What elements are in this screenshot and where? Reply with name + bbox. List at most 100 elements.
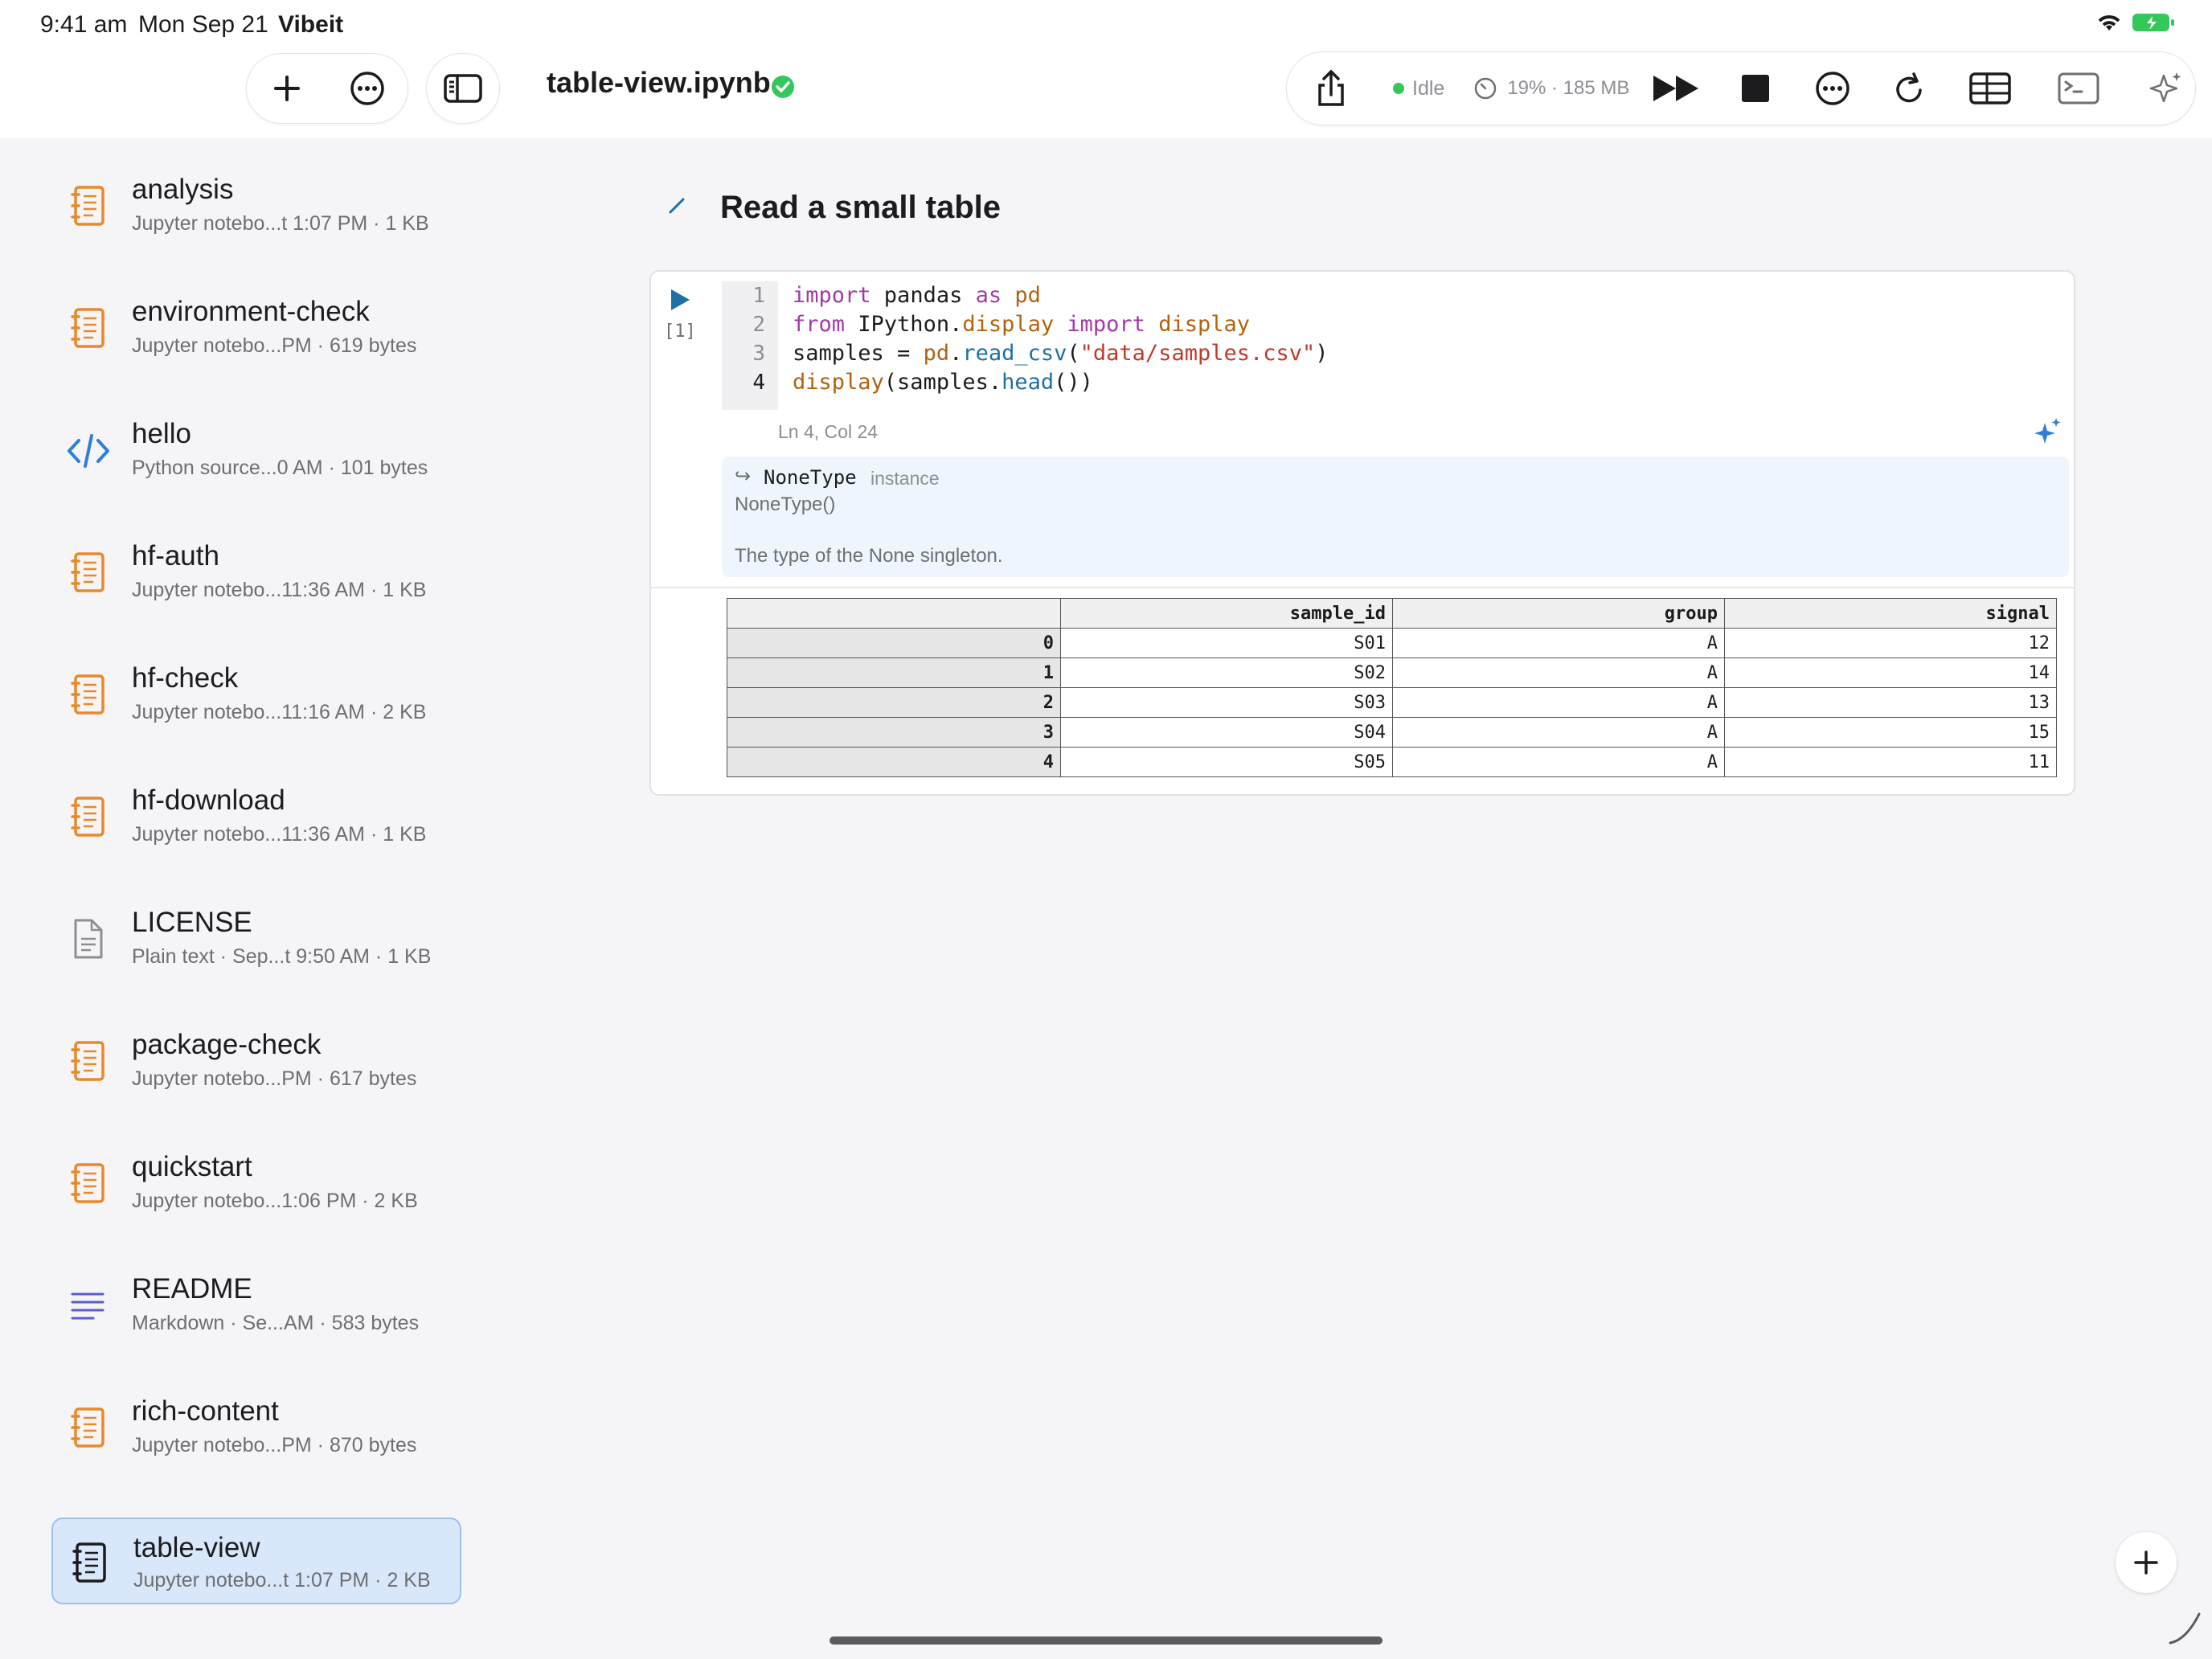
sidebar-item-environment-check[interactable]: environment-check Jupyter notebo...PM · … bbox=[51, 280, 461, 402]
run-cell-button[interactable] bbox=[669, 288, 691, 312]
notebook-icon bbox=[71, 1407, 104, 1448]
line-number: 4 bbox=[752, 371, 765, 395]
sidebar-item-analysis[interactable]: analysis Jupyter notebo...t 1:07 PM · 1 … bbox=[51, 158, 461, 280]
table-row: 2 S03 A 13 bbox=[727, 687, 2057, 718]
resource-usage-label: 19% · 185 MB bbox=[1507, 77, 1630, 99]
table-cell: 14 bbox=[1724, 657, 2057, 688]
top-bar: 9:41 am Mon Sep 21 Vibeit table-view.ipy… bbox=[0, 0, 2212, 138]
code-icon bbox=[68, 434, 109, 468]
terminal-button[interactable] bbox=[2050, 60, 2107, 117]
file-name: hf-download bbox=[132, 784, 285, 816]
file-name: table-view bbox=[133, 1532, 260, 1563]
variables-table-button[interactable] bbox=[1962, 60, 2018, 117]
toggle-sidebar-button[interactable] bbox=[426, 53, 500, 124]
code-editor[interactable]: import pandas as pd from IPython.display… bbox=[793, 281, 1329, 397]
saved-checkmark-icon bbox=[772, 76, 794, 98]
file-meta: Python source...0 AM · 101 bytes bbox=[132, 457, 428, 479]
line-number: 3 bbox=[752, 342, 765, 366]
table-row: 3 S04 A 15 bbox=[727, 717, 2057, 748]
file-meta: Jupyter notebo...1:06 PM · 2 KB bbox=[132, 1190, 418, 1212]
ai-assistant-button[interactable] bbox=[2137, 60, 2194, 117]
home-indicator[interactable] bbox=[830, 1636, 1382, 1645]
file-name: rich-content bbox=[132, 1395, 279, 1427]
notebook-icon bbox=[71, 797, 104, 837]
table-cell: A bbox=[1392, 687, 1725, 718]
code-cell[interactable]: [1] 1 2 3 4 import pandas as pd from IPy… bbox=[649, 270, 2075, 796]
kernel-status-dot bbox=[1393, 83, 1404, 94]
line-number: 1 bbox=[752, 284, 765, 308]
code-line[interactable]: from IPython.display import display bbox=[793, 310, 1329, 339]
cursor-position: Ln 4, Col 24 bbox=[778, 421, 879, 442]
table-cell: 15 bbox=[1724, 717, 2057, 748]
column-header bbox=[727, 598, 1061, 629]
sidebar-item-rich-content[interactable]: rich-content Jupyter notebo...PM · 870 b… bbox=[51, 1379, 461, 1501]
kernel-status[interactable]: Idle bbox=[1393, 77, 1444, 100]
sidebar-item-hf-download[interactable]: hf-download Jupyter notebo...11:36 AM · … bbox=[51, 768, 461, 891]
sidebar-item-hf-check[interactable]: hf-check Jupyter notebo...11:16 AM · 2 K… bbox=[51, 646, 461, 768]
tooltip-kind: instance bbox=[870, 468, 940, 489]
sparkles-icon bbox=[2150, 72, 2181, 103]
sidebar-item-hf-auth[interactable]: hf-auth Jupyter notebo...11:36 AM · 1 KB bbox=[51, 524, 461, 646]
table-cell: S01 bbox=[1060, 628, 1393, 658]
stop-button[interactable] bbox=[1727, 60, 1784, 117]
pencil-corner-icon[interactable] bbox=[2167, 1611, 2202, 1646]
table-cell: S02 bbox=[1060, 657, 1393, 688]
fast-forward-icon bbox=[1653, 76, 1699, 101]
new-file-button[interactable] bbox=[259, 60, 315, 117]
terminal-icon bbox=[2058, 72, 2099, 104]
return-arrow-icon: ↪ bbox=[735, 465, 752, 487]
ellipsis-circle-icon bbox=[1816, 72, 1850, 105]
row-index: 4 bbox=[727, 747, 1061, 777]
execution-count: [1] bbox=[664, 322, 696, 342]
table-row: 4 S05 A 11 bbox=[727, 747, 2057, 777]
sidebar-item-table-view[interactable]: table-view Jupyter notebo...t 1:07 PM · … bbox=[51, 1518, 461, 1604]
restart-icon bbox=[1896, 72, 1923, 103]
table-cell: A bbox=[1392, 717, 1725, 748]
battery-charging-icon bbox=[2132, 14, 2174, 31]
resource-usage: 19% · 185 MB bbox=[1473, 76, 1629, 100]
file-name: package-check bbox=[132, 1029, 322, 1060]
table-cell: 11 bbox=[1724, 747, 2057, 777]
column-header: group bbox=[1392, 598, 1725, 629]
file-meta: Jupyter notebo...11:16 AM · 2 KB bbox=[132, 701, 427, 723]
gauge-icon bbox=[1475, 77, 1497, 100]
file-meta: Jupyter notebo...t 1:07 PM · 2 KB bbox=[133, 1569, 431, 1591]
tooltip-type-name: NoneType bbox=[764, 466, 857, 489]
sidebar-item-hello[interactable]: hello Python source...0 AM · 101 bytes bbox=[51, 402, 461, 524]
plus-icon bbox=[2134, 1550, 2158, 1575]
row-index: 3 bbox=[727, 717, 1061, 748]
table-cell: A bbox=[1392, 747, 1725, 777]
code-line[interactable]: import pandas as pd bbox=[793, 281, 1329, 310]
sidebar-item-quickstart[interactable]: quickstart Jupyter notebo...1:06 PM · 2 … bbox=[51, 1135, 461, 1257]
restart-kernel-button[interactable] bbox=[1882, 60, 1938, 117]
file-meta: Jupyter notebo...11:36 AM · 1 KB bbox=[132, 823, 427, 846]
file-name: hello bbox=[132, 418, 191, 449]
sidebar-item-license[interactable]: LICENSE Plain text · Sep...t 9:50 AM · 1… bbox=[51, 891, 461, 1013]
table-cell: 13 bbox=[1724, 687, 2057, 718]
output-divider bbox=[651, 587, 2074, 588]
file-name: README bbox=[132, 1273, 252, 1305]
file-meta: Plain text · Sep...t 9:50 AM · 1 KB bbox=[132, 945, 432, 968]
kernel-status-label: Idle bbox=[1412, 76, 1445, 100]
table-cell: A bbox=[1392, 628, 1725, 658]
table-cell: S05 bbox=[1060, 747, 1393, 777]
more-notebook-actions-button[interactable] bbox=[1804, 60, 1861, 117]
share-button[interactable] bbox=[1303, 60, 1359, 117]
column-header: signal bbox=[1724, 598, 2057, 629]
code-line[interactable]: display(samples.head()) bbox=[793, 368, 1329, 397]
stop-icon bbox=[1742, 75, 1770, 102]
sidebar-item-package-check[interactable]: package-check Jupyter notebo...PM · 617 … bbox=[51, 1013, 461, 1135]
code-line[interactable]: samples = pd.read_csv("data/samples.csv"… bbox=[793, 339, 1329, 368]
run-all-button[interactable] bbox=[1649, 60, 1705, 117]
more-file-actions-button[interactable] bbox=[339, 60, 395, 117]
ai-sparkle-icon[interactable] bbox=[2030, 416, 2062, 449]
edit-markdown-icon[interactable] bbox=[666, 193, 690, 217]
notebook-toolbar: Idle 19% · 185 MB bbox=[1286, 51, 2196, 125]
row-index: 2 bbox=[727, 687, 1061, 718]
table-cell: A bbox=[1392, 657, 1725, 688]
notebook-icon bbox=[71, 308, 104, 348]
markdown-cell-heading: Read a small table bbox=[720, 190, 1002, 225]
sidebar-item-readme[interactable]: README Markdown · Se...AM · 583 bytes bbox=[51, 1257, 461, 1379]
add-cell-button[interactable] bbox=[2116, 1532, 2177, 1593]
tooltip-signature: NoneType() bbox=[735, 494, 836, 515]
